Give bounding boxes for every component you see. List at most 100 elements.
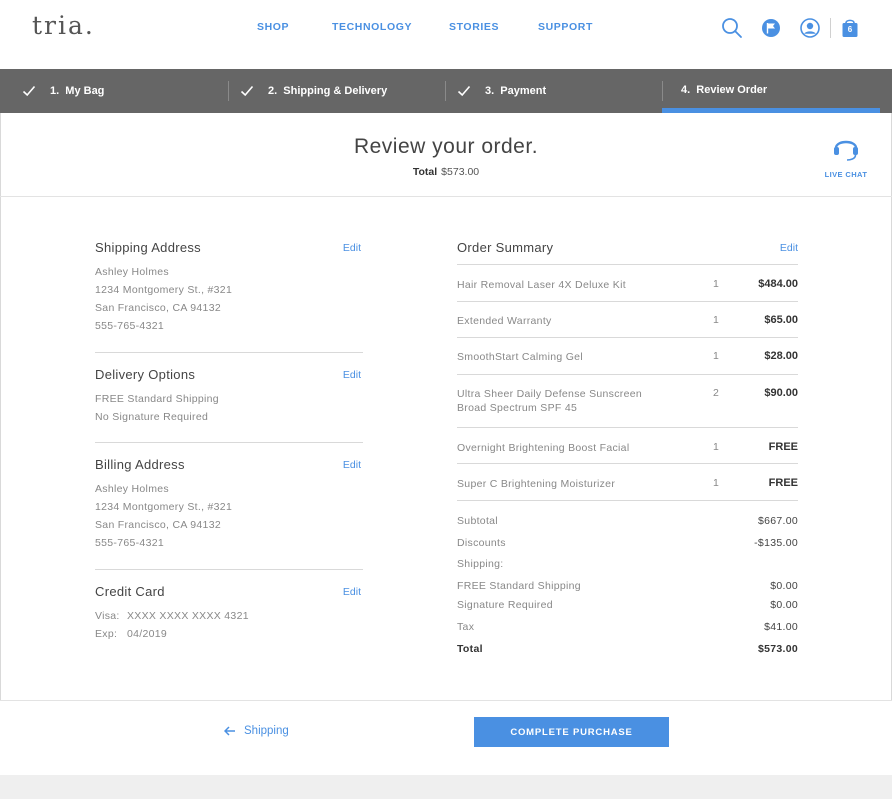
row-label: Discounts — [457, 537, 506, 549]
flag-icon[interactable] — [760, 17, 782, 39]
tax-row: Tax $41.00 — [457, 621, 798, 633]
section-title: Billing Address — [95, 457, 185, 472]
nav-support[interactable]: SUPPORT — [538, 21, 593, 33]
item-price: FREE — [768, 441, 798, 453]
list-item: Extended Warranty 1 $65.00 — [457, 301, 798, 337]
item-qty: 1 — [713, 314, 719, 326]
step-payment[interactable]: 3. Payment — [457, 69, 546, 113]
checkmark-icon — [457, 85, 471, 97]
checkout-steps: 1. My Bag 2. Shipping & Delivery 3. Paym… — [0, 69, 892, 113]
site-header: tria. SHOP TECHNOLOGY STORIES SUPPORT 6 — [0, 0, 892, 69]
step-shipping-delivery[interactable]: 2. Shipping & Delivery — [240, 69, 387, 113]
shipping-address-section: Shipping Address Edit Ashley Holmes 1234… — [95, 240, 363, 335]
discounts-row: Discounts -$135.00 — [457, 537, 798, 549]
section-title: Credit Card — [95, 584, 165, 599]
delivery-options-section: Delivery Options Edit FREE Standard Ship… — [95, 367, 363, 426]
address-street: 1234 Montgomery St., #321 — [95, 501, 233, 513]
step-my-bag[interactable]: 1. My Bag — [22, 69, 104, 113]
edit-delivery-options-link[interactable]: Edit — [343, 369, 361, 381]
item-price: $65.00 — [764, 314, 798, 326]
edit-order-link[interactable]: Edit — [780, 242, 798, 254]
complete-purchase-button[interactable]: COMPLETE PURCHASE — [474, 717, 669, 747]
step-label: 4. Review Order — [681, 84, 768, 96]
list-item: SmoothStart Calming Gel 1 $28.00 — [457, 337, 798, 374]
edit-credit-card-link[interactable]: Edit — [343, 586, 361, 598]
item-price: $90.00 — [764, 387, 798, 399]
order-items: Hair Removal Laser 4X Deluxe Kit 1 $484.… — [457, 264, 798, 500]
live-chat-label: LIVE CHAT — [824, 170, 868, 179]
account-icon[interactable] — [799, 17, 821, 39]
section-divider — [95, 352, 363, 353]
step-divider — [662, 81, 663, 101]
card-type-label: Visa: — [95, 610, 120, 622]
step-label: 2. Shipping & Delivery — [268, 85, 388, 97]
address-phone: 555-765-4321 — [95, 537, 164, 549]
shipping-heading-row: Shipping: — [457, 558, 798, 570]
section-title: Order Summary — [457, 240, 554, 255]
main-nav: SHOP TECHNOLOGY STORIES SUPPORT — [0, 21, 892, 35]
item-name: Overnight Brightening Boost Facial — [457, 442, 630, 454]
row-value: $41.00 — [764, 621, 798, 633]
arrow-left-icon — [224, 726, 235, 736]
card-number-row: Visa: XXXX XXXX XXXX 4321 — [95, 607, 363, 625]
delivery-lines: FREE Standard Shipping No Signature Requ… — [95, 390, 363, 426]
page-title: Review your order. — [353, 135, 539, 158]
live-chat-button[interactable]: LIVE CHAT — [820, 133, 872, 179]
row-label: Subtotal — [457, 515, 498, 527]
step-label: 3. Payment — [485, 85, 547, 97]
review-header: Review your order. Total $573.00 LIVE CHA… — [0, 113, 892, 197]
item-qty: 1 — [713, 477, 719, 489]
section-title: Shipping Address — [95, 240, 201, 255]
total-label: Total — [412, 166, 438, 178]
step-divider — [228, 81, 229, 101]
section-divider — [95, 442, 363, 443]
order-total-line: Total $573.00 — [0, 166, 892, 178]
search-icon[interactable] — [721, 17, 743, 39]
item-qty: 1 — [713, 441, 719, 453]
step-divider — [445, 81, 446, 101]
address-city: San Francisco, CA 94132 — [95, 302, 221, 314]
order-summary: Order Summary Edit Hair Removal Laser 4X… — [457, 240, 798, 655]
expiry-value: 04/2019 — [127, 628, 168, 640]
item-name: Ultra Sheer Daily Defense Sunscreen — [457, 388, 643, 400]
nav-technology[interactable]: TECHNOLOGY — [332, 21, 412, 33]
row-label: FREE Standard Shipping — [457, 580, 581, 592]
item-qty: 2 — [713, 387, 719, 399]
checkmark-icon — [22, 85, 36, 97]
address-name: Ashley Holmes — [95, 483, 169, 495]
edit-shipping-address-link[interactable]: Edit — [343, 242, 361, 254]
cart-count-badge: 6 — [847, 25, 853, 34]
step-review-order: 4. Review Order — [681, 68, 767, 112]
address-city: San Francisco, CA 94132 — [95, 519, 221, 531]
card-lines: Visa: XXXX XXXX XXXX 4321 Exp: 04/2019 — [95, 607, 363, 643]
address-name: Ashley Holmes — [95, 266, 169, 278]
list-item: Super C Brightening Moisturizer 1 FREE — [457, 463, 798, 500]
row-label: Shipping: — [457, 558, 504, 570]
address-lines: Ashley Holmes 1234 Montgomery St., #321 … — [95, 480, 363, 552]
item-qty: 1 — [713, 350, 719, 362]
row-label: Signature Required — [457, 599, 553, 611]
cart-button[interactable]: 6 — [839, 17, 861, 39]
step-label: 1. My Bag — [50, 85, 105, 97]
address-phone: 555-765-4321 — [95, 320, 164, 332]
nav-shop[interactable]: SHOP — [257, 21, 289, 33]
standard-shipping-row: FREE Standard Shipping $0.00 — [457, 580, 798, 592]
nav-stories[interactable]: STORIES — [449, 21, 499, 33]
back-link-label: Shipping — [244, 725, 289, 737]
section-divider — [95, 569, 363, 570]
total-value: $573.00 — [441, 166, 480, 178]
signature-option: No Signature Required — [95, 411, 209, 423]
edit-billing-address-link[interactable]: Edit — [343, 459, 361, 471]
item-name: Super C Brightening Moisturizer — [457, 478, 616, 490]
item-qty: 1 — [713, 278, 719, 290]
item-name: Extended Warranty — [457, 315, 552, 327]
totals-divider — [457, 500, 798, 501]
list-item: Ultra Sheer Daily Defense Sunscreen Broa… — [457, 374, 798, 427]
back-to-shipping-link[interactable]: Shipping — [224, 725, 289, 737]
expiry-label: Exp: — [95, 628, 118, 640]
billing-address-section: Billing Address Edit Ashley Holmes 1234 … — [95, 457, 363, 552]
item-name: Hair Removal Laser 4X Deluxe Kit — [457, 279, 626, 291]
list-item: Overnight Brightening Boost Facial 1 FRE… — [457, 427, 798, 463]
card-number: XXXX XXXX XXXX 4321 — [127, 610, 249, 622]
headset-icon — [834, 140, 858, 161]
